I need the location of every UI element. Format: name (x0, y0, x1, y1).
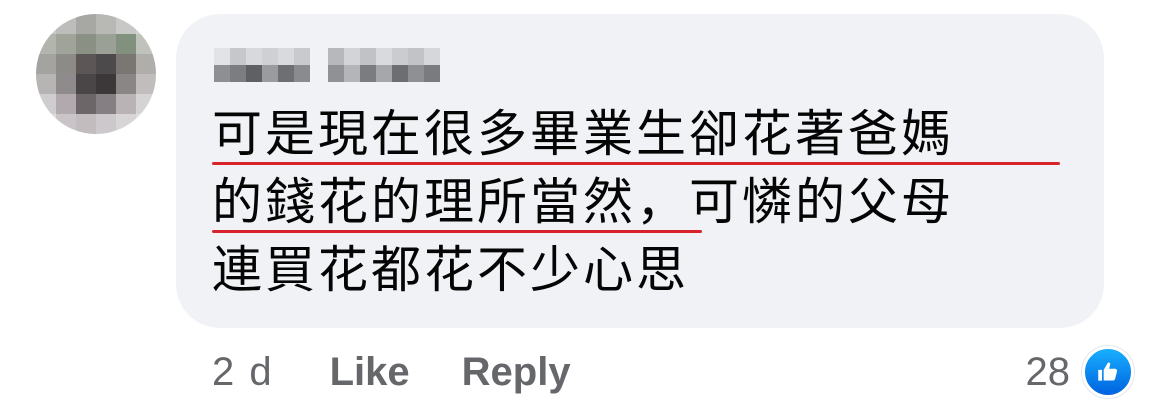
thumbs-up-icon (1082, 346, 1134, 398)
like-button[interactable]: Like (330, 350, 410, 395)
comment-line-1: 可是現在很多畢業生卻花著爸媽 (212, 105, 954, 163)
comment-text: 可是現在很多畢業生卻花著爸媽 的錢花的理所當然，可憐的父母 連買花都花不少心思 (212, 100, 1082, 304)
comment-bubble: 可是現在很多畢業生卻花著爸媽 的錢花的理所當然，可憐的父母 連買花都花不少心思 (176, 14, 1104, 328)
comment-line-2: 的錢花的理所當然，可憐的父母 (212, 173, 954, 231)
author-last-name-blur (328, 48, 440, 82)
reaction-summary[interactable]: 28 (1025, 344, 1134, 400)
author-first-name-blur (214, 48, 310, 82)
comment-actions: 2 d Like Reply (212, 344, 571, 400)
comment-timestamp[interactable]: 2 d (212, 350, 274, 395)
highlight-underline-line-1 (212, 162, 1060, 165)
reply-button[interactable]: Reply (462, 350, 571, 395)
avatar[interactable] (36, 14, 156, 134)
comment-line-3: 連買花都花不少心思 (212, 241, 689, 299)
comment-author-name-blurred[interactable] (214, 48, 440, 82)
reaction-count: 28 (1025, 349, 1071, 394)
highlight-underline-line-2 (212, 230, 702, 233)
